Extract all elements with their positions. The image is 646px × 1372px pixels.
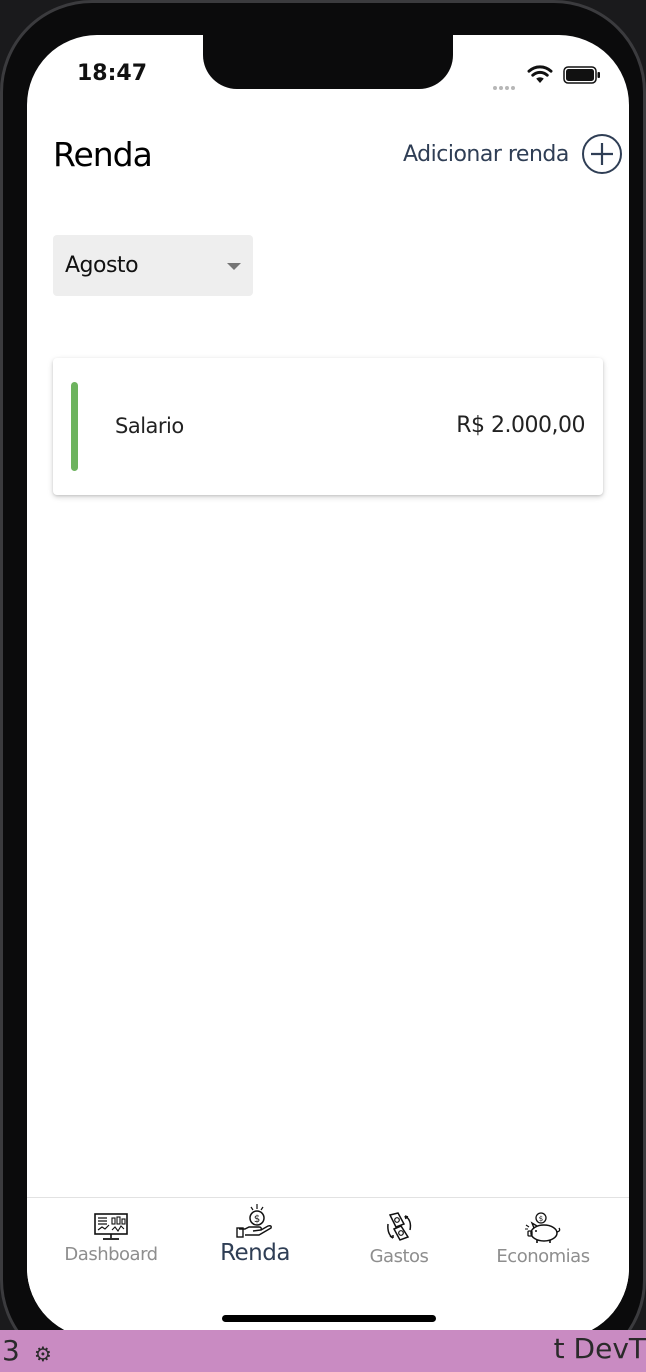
- cellular-signal-icon: [493, 77, 521, 90]
- page-title: Renda: [53, 135, 153, 174]
- month-select-value: Agosto: [65, 253, 139, 278]
- dashboard-monitor-icon: [94, 1213, 128, 1240]
- battery-icon: [563, 66, 600, 84]
- taskbar-left-text: 3: [2, 1334, 20, 1367]
- add-income-label: Adicionar renda: [403, 141, 569, 167]
- phone-frame: 18:47 Renda Adicionar renda Agosto Salar…: [0, 0, 646, 1372]
- bug-icon: ⚙: [34, 1342, 52, 1366]
- income-value: R$ 2.000,00: [456, 413, 585, 438]
- tab-label-dashboard: Dashboard: [64, 1244, 158, 1265]
- tab-label-economias: Economias: [496, 1246, 590, 1267]
- device-notch: [203, 35, 453, 89]
- plus-circle-icon[interactable]: [581, 133, 623, 175]
- tab-renda[interactable]: $ Renda: [180, 1198, 330, 1288]
- app-screen: 18:47 Renda Adicionar renda Agosto Salar…: [27, 35, 629, 1338]
- svg-text:$: $: [254, 1214, 260, 1225]
- tab-economias[interactable]: $ Economias: [468, 1198, 618, 1288]
- income-color-bar: [71, 382, 78, 471]
- tab-label-renda: Renda: [220, 1240, 290, 1266]
- host-taskbar: 3 ⚙ t DevT: [0, 1330, 646, 1372]
- wifi-icon: [527, 65, 553, 83]
- income-card[interactable]: Salario R$ 2.000,00: [53, 358, 603, 495]
- income-name: Salario: [115, 414, 184, 438]
- add-income-button[interactable]: Adicionar renda: [403, 133, 623, 175]
- home-indicator: [222, 1315, 436, 1322]
- tab-gastos[interactable]: Gastos: [324, 1198, 474, 1288]
- month-select[interactable]: Agosto: [53, 235, 253, 296]
- dropdown-arrow-icon: [227, 263, 241, 270]
- piggy-bank-icon: $: [525, 1212, 561, 1243]
- money-exchange-icon: [387, 1212, 412, 1241]
- svg-text:$: $: [539, 1215, 543, 1223]
- tab-label-gastos: Gastos: [369, 1246, 429, 1267]
- status-time: 18:47: [77, 61, 148, 86]
- tab-dashboard[interactable]: Dashboard: [36, 1198, 186, 1288]
- taskbar-right-text[interactable]: t DevT: [554, 1332, 646, 1365]
- hand-coin-icon: $: [236, 1204, 272, 1238]
